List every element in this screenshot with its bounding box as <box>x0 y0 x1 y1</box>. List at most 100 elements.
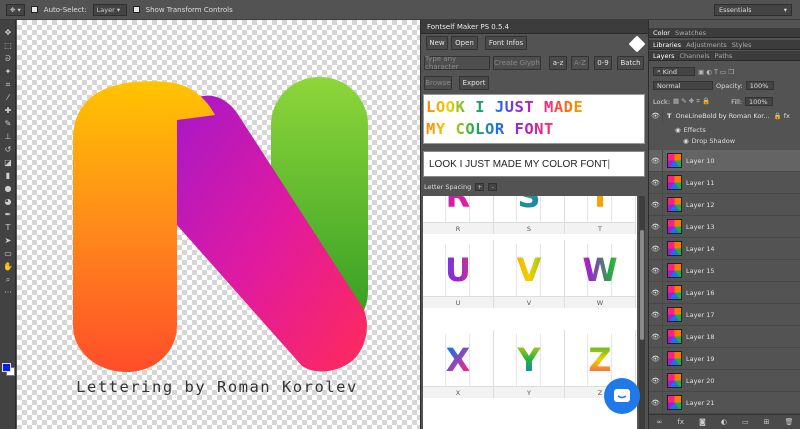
foreground-color-swatch[interactable] <box>2 363 11 372</box>
adjustment-icon[interactable]: ◐ <box>721 418 727 426</box>
move-icon[interactable]: ✥ <box>0 26 16 39</box>
glyph-cell-v[interactable]: V V <box>494 240 565 308</box>
layer-name: Layer 19 <box>686 354 715 363</box>
eye-icon[interactable]: 👁 <box>649 193 663 216</box>
preview-line-2: MY COLOR FONT <box>424 119 644 139</box>
trash-icon[interactable]: 🗑 <box>785 418 794 426</box>
font-preview: LOOK I JUST MADE MY COLOR FONT <box>423 94 645 144</box>
layer-thumbnail <box>667 395 682 410</box>
layer-row[interactable]: 👁 Layer 17 <box>649 303 800 326</box>
document-canvas[interactable] <box>17 20 420 429</box>
layer-row[interactable]: 👁 Layer 11 <box>649 171 800 194</box>
preview-text-input[interactable]: LOOK I JUST MADE MY COLOR FONT | <box>423 151 645 177</box>
eye-icon[interactable]: 👁 <box>649 215 663 238</box>
chat-button[interactable] <box>604 378 640 414</box>
mask-icon[interactable]: ◙ <box>699 418 706 426</box>
eye-icon[interactable]: 👁 <box>649 325 663 348</box>
workspace-switcher[interactable]: Essentials ▾ <box>714 4 792 16</box>
new-button[interactable]: New <box>426 36 448 50</box>
auto-select-checkbox[interactable] <box>30 6 38 13</box>
brush-icon[interactable]: ✎ <box>0 117 16 130</box>
eraser-icon[interactable]: ◪ <box>0 156 16 169</box>
path-select-icon[interactable]: ➤ <box>0 234 16 247</box>
glyph-label-u: U <box>423 296 493 308</box>
letter-spacing-increase-button[interactable]: + <box>475 183 485 191</box>
dodge-icon[interactable]: ◕ <box>0 195 16 208</box>
layer-row[interactable]: 👁 Layer 13 <box>649 215 800 238</box>
marquee-icon[interactable]: ⬚ <box>0 39 16 52</box>
more-tools-icon[interactable]: ··· <box>0 286 16 299</box>
fx-button-icon[interactable]: fx <box>677 418 684 426</box>
auto-select-dropdown[interactable]: Layer ▾ <box>92 3 127 16</box>
layer-name: Layer 18 <box>686 332 715 341</box>
batch-button[interactable]: Batch <box>617 56 644 70</box>
transform-controls-label: Show Transform Controls <box>145 5 233 14</box>
shape-icon[interactable]: ▭ <box>0 247 16 260</box>
blur-icon[interactable]: ● <box>0 182 16 195</box>
layer-row[interactable]: 👁 Layer 20 <box>649 369 800 392</box>
glyph-t-art: T <box>565 196 635 216</box>
glyph-grid-scroll-thumb[interactable] <box>640 230 644 340</box>
lowercase-button[interactable]: a-z <box>549 56 567 70</box>
layer-row[interactable]: 👁 Layer 14 <box>649 237 800 260</box>
healing-icon[interactable]: ✚ <box>0 104 16 117</box>
eye-icon[interactable]: 👁 <box>649 259 663 282</box>
crop-icon[interactable]: ⌗ <box>0 78 16 91</box>
layer-row[interactable]: 👁 Layer 19 <box>649 347 800 370</box>
eye-icon[interactable]: 👁 <box>649 149 663 172</box>
layer-thumbnail <box>667 307 682 322</box>
auto-select-label: Auto-Select: <box>43 5 87 14</box>
link-icon[interactable]: ∞ <box>657 418 663 426</box>
browse-button[interactable]: Browse <box>424 76 452 90</box>
layer-name: Layer 13 <box>686 222 715 231</box>
layer-name: Layer 14 <box>686 244 715 253</box>
digits-button[interactable]: 0-9 <box>594 56 612 70</box>
stamp-icon[interactable]: ⊥ <box>0 130 16 143</box>
gradient-icon[interactable]: ▮ <box>0 169 16 182</box>
eye-icon[interactable]: 👁 <box>649 303 663 326</box>
glyph-cell-x[interactable]: X X <box>423 330 494 398</box>
type-icon[interactable]: T <box>0 221 16 234</box>
layer-row[interactable]: 👁 Layer 10 <box>649 149 800 172</box>
new-layer-icon[interactable]: ⊞ <box>764 418 770 426</box>
eye-icon[interactable]: 👁 <box>649 171 663 194</box>
eye-icon[interactable]: 👁 <box>649 369 663 392</box>
open-button[interactable]: Open <box>451 36 478 50</box>
export-button[interactable]: Export <box>459 76 489 90</box>
uppercase-button[interactable]: A-Z <box>571 56 589 70</box>
glyph-cell-y[interactable]: Y Y <box>494 330 565 398</box>
layer-row[interactable]: 👁 Layer 18 <box>649 325 800 348</box>
glyph-cell-u[interactable]: U U <box>423 240 494 308</box>
chevron-down-icon: ▾ <box>783 6 787 14</box>
eyedropper-icon[interactable]: ⁄ <box>0 91 16 104</box>
type-any-character-button[interactable]: Type any character <box>424 55 490 71</box>
glyph-cell-r[interactable]: R R <box>423 196 494 234</box>
layer-thumbnail <box>667 219 682 234</box>
eye-icon[interactable]: 👁 <box>649 391 663 414</box>
glyph-y-art: Y <box>494 340 564 380</box>
transform-controls-checkbox[interactable] <box>132 6 140 13</box>
glyph-cell-t[interactable]: T T <box>565 196 636 234</box>
canvas-caption: Lettering by Roman Korolev <box>76 378 358 396</box>
font-infos-button[interactable]: Font Infos <box>485 36 527 50</box>
letter-spacing-decrease-button[interactable]: - <box>488 183 498 191</box>
eye-icon[interactable]: 👁 <box>649 281 663 304</box>
group-icon[interactable]: ▭ <box>742 418 749 426</box>
pen-icon[interactable]: ✒ <box>0 208 16 221</box>
zoom-icon[interactable]: ⌕ <box>0 273 16 286</box>
magic-wand-icon[interactable]: ✦ <box>0 65 16 78</box>
eye-icon[interactable]: 👁 <box>649 237 663 260</box>
layer-name: Layer 12 <box>686 200 715 209</box>
create-glyph-button[interactable]: Create Glyph <box>493 56 541 70</box>
layer-row[interactable]: 👁 Layer 16 <box>649 281 800 304</box>
hand-icon[interactable]: ✋ <box>0 260 16 273</box>
glyph-cell-w[interactable]: W W <box>565 240 636 308</box>
layer-row[interactable]: 👁 Layer 15 <box>649 259 800 282</box>
history-brush-icon[interactable]: ↺ <box>0 143 16 156</box>
glyph-cell-s[interactable]: S S <box>494 196 565 234</box>
layer-row[interactable]: 👁 Layer 12 <box>649 193 800 216</box>
lasso-icon[interactable]: ᘐ <box>0 52 16 65</box>
eye-icon[interactable]: 👁 <box>649 347 663 370</box>
move-tool-preset[interactable]: ✥ ▾ <box>6 3 25 16</box>
layer-row[interactable]: 👁 Layer 21 <box>649 391 800 414</box>
